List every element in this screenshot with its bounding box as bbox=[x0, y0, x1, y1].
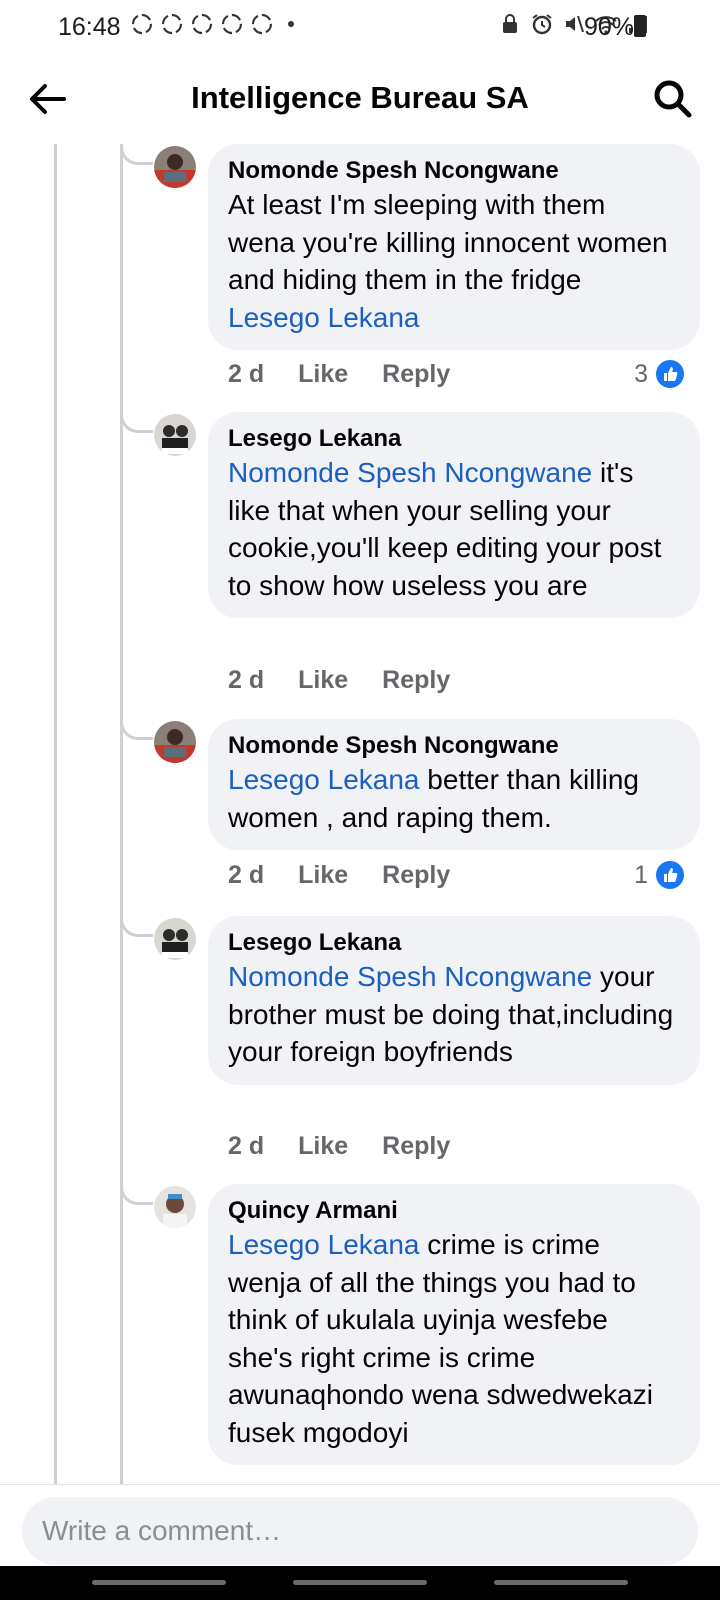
comment-actions: 2 d Like Reply bbox=[228, 1132, 450, 1161]
comment-text: Lesego Lekana better than killing women … bbox=[228, 761, 678, 836]
comment-text: Nomonde Spesh Ncongwane your brother mus… bbox=[228, 958, 678, 1071]
recycle-notification-icon bbox=[221, 13, 243, 35]
like-button[interactable]: Like bbox=[298, 1132, 348, 1161]
more-notifications-dot bbox=[288, 21, 294, 27]
reply-connector bbox=[120, 410, 153, 433]
comment-author[interactable]: Nomonde Spesh Ncongwane bbox=[228, 156, 678, 186]
comment-text: At least I'm sleeping with them wena you… bbox=[228, 186, 678, 336]
comment-composer bbox=[0, 1484, 720, 1565]
like-button[interactable]: Like bbox=[298, 861, 348, 890]
thumbs-up-icon bbox=[654, 859, 686, 891]
reply-connector bbox=[120, 1182, 153, 1205]
comment-bubble[interactable]: Nomonde Spesh Ncongwane Lesego Lekana be… bbox=[208, 719, 700, 850]
battery-icon bbox=[634, 15, 646, 37]
nav-back-button[interactable] bbox=[494, 1580, 628, 1585]
reaction-summary[interactable]: 1 bbox=[634, 859, 686, 891]
comment-time: 2 d bbox=[228, 1132, 265, 1160]
reaction-count: 3 bbox=[634, 359, 648, 388]
status-bar: 16:48 90% bbox=[0, 0, 720, 54]
comment-text: Lesego Lekana crime is crime wenja of al… bbox=[228, 1226, 678, 1451]
reply-button[interactable]: Reply bbox=[382, 861, 450, 890]
recycle-notification-icon bbox=[191, 13, 213, 35]
thread-line-outer bbox=[54, 144, 57, 1484]
nav-recents-button[interactable] bbox=[92, 1580, 226, 1585]
recycle-notification-icon bbox=[161, 13, 183, 35]
battery-percent: 90% bbox=[583, 13, 634, 41]
page-title: Intelligence Bureau SA bbox=[191, 80, 529, 115]
comment-mention[interactable]: Nomonde Spesh Ncongwane bbox=[228, 457, 592, 488]
comment-actions: 2 d Like Reply bbox=[228, 360, 450, 389]
reply-button[interactable]: Reply bbox=[382, 1132, 450, 1161]
recycle-notification-icon bbox=[131, 13, 153, 35]
reply-connector bbox=[120, 144, 153, 165]
comment-actions: 2 d Like Reply bbox=[228, 861, 450, 890]
comment-item: Quincy Armani Lesego Lekana crime is cri… bbox=[120, 1182, 700, 1484]
avatar[interactable] bbox=[154, 414, 196, 456]
like-button[interactable]: Like bbox=[298, 666, 348, 695]
comment-bubble[interactable]: Nomonde Spesh Ncongwane At least I'm sle… bbox=[208, 144, 700, 350]
comment-item: Nomonde Spesh Ncongwane At least I'm sle… bbox=[120, 144, 700, 406]
recycle-notification-icon bbox=[251, 13, 273, 35]
avatar[interactable] bbox=[154, 918, 196, 960]
reply-connector bbox=[120, 717, 153, 740]
comment-author[interactable]: Lesego Lekana bbox=[228, 424, 678, 454]
mute-icon bbox=[566, 15, 584, 33]
comment-bubble[interactable]: Lesego Lekana Nomonde Spesh Ncongwane yo… bbox=[208, 916, 700, 1085]
thumbs-up-icon bbox=[654, 358, 686, 390]
comment-thread: Nomonde Spesh Ncongwane At least I'm sle… bbox=[0, 144, 720, 1484]
comment-author[interactable]: Quincy Armani bbox=[228, 1196, 678, 1226]
comment-input[interactable] bbox=[22, 1497, 698, 1565]
comment-bubble[interactable]: Lesego Lekana Nomonde Spesh Ncongwane it… bbox=[208, 412, 700, 618]
reply-button[interactable]: Reply bbox=[382, 360, 450, 389]
avatar[interactable] bbox=[154, 1186, 196, 1228]
comment-time: 2 d bbox=[228, 666, 265, 694]
comment-bubble[interactable]: Quincy Armani Lesego Lekana crime is cri… bbox=[208, 1184, 700, 1465]
lock-icon bbox=[503, 14, 517, 33]
avatar[interactable] bbox=[154, 721, 196, 763]
comment-mention[interactable]: Lesego Lekana bbox=[228, 1229, 420, 1260]
reaction-count: 1 bbox=[634, 860, 648, 889]
comment-item: Lesego Lekana Nomonde Spesh Ncongwane yo… bbox=[120, 914, 700, 1178]
reply-connector bbox=[120, 914, 153, 937]
nav-home-button[interactable] bbox=[293, 1580, 427, 1585]
reply-button[interactable]: Reply bbox=[382, 666, 450, 695]
search-icon[interactable] bbox=[650, 76, 696, 122]
comment-item: Lesego Lekana Nomonde Spesh Ncongwane it… bbox=[120, 410, 700, 712]
comment-actions: 2 d Like Reply bbox=[228, 666, 450, 695]
comment-mention[interactable]: Nomonde Spesh Ncongwane bbox=[228, 961, 592, 992]
like-button[interactable]: Like bbox=[298, 360, 348, 389]
alarm-icon bbox=[532, 14, 552, 35]
reaction-summary[interactable]: 3 bbox=[634, 358, 686, 390]
system-nav-bar bbox=[0, 1566, 720, 1600]
comment-body: crime is crime wenja of all the things y… bbox=[228, 1229, 653, 1448]
comment-mention[interactable]: Lesego Lekana bbox=[228, 764, 420, 795]
comment-body: At least I'm sleeping with them wena you… bbox=[228, 189, 668, 295]
avatar[interactable] bbox=[154, 146, 196, 188]
app-header: Intelligence Bureau SA bbox=[0, 54, 720, 144]
comment-time: 2 d bbox=[228, 861, 265, 889]
comment-author[interactable]: Nomonde Spesh Ncongwane bbox=[228, 731, 678, 761]
status-time: 16:48 bbox=[58, 13, 121, 41]
comment-mention[interactable]: Lesego Lekana bbox=[228, 302, 420, 333]
comment-text: Nomonde Spesh Ncongwane it's like that w… bbox=[228, 454, 678, 604]
comment-author[interactable]: Lesego Lekana bbox=[228, 928, 678, 958]
comment-time: 2 d bbox=[228, 360, 265, 388]
comment-item: Nomonde Spesh Ncongwane Lesego Lekana be… bbox=[120, 717, 700, 909]
notification-icons bbox=[130, 12, 294, 36]
